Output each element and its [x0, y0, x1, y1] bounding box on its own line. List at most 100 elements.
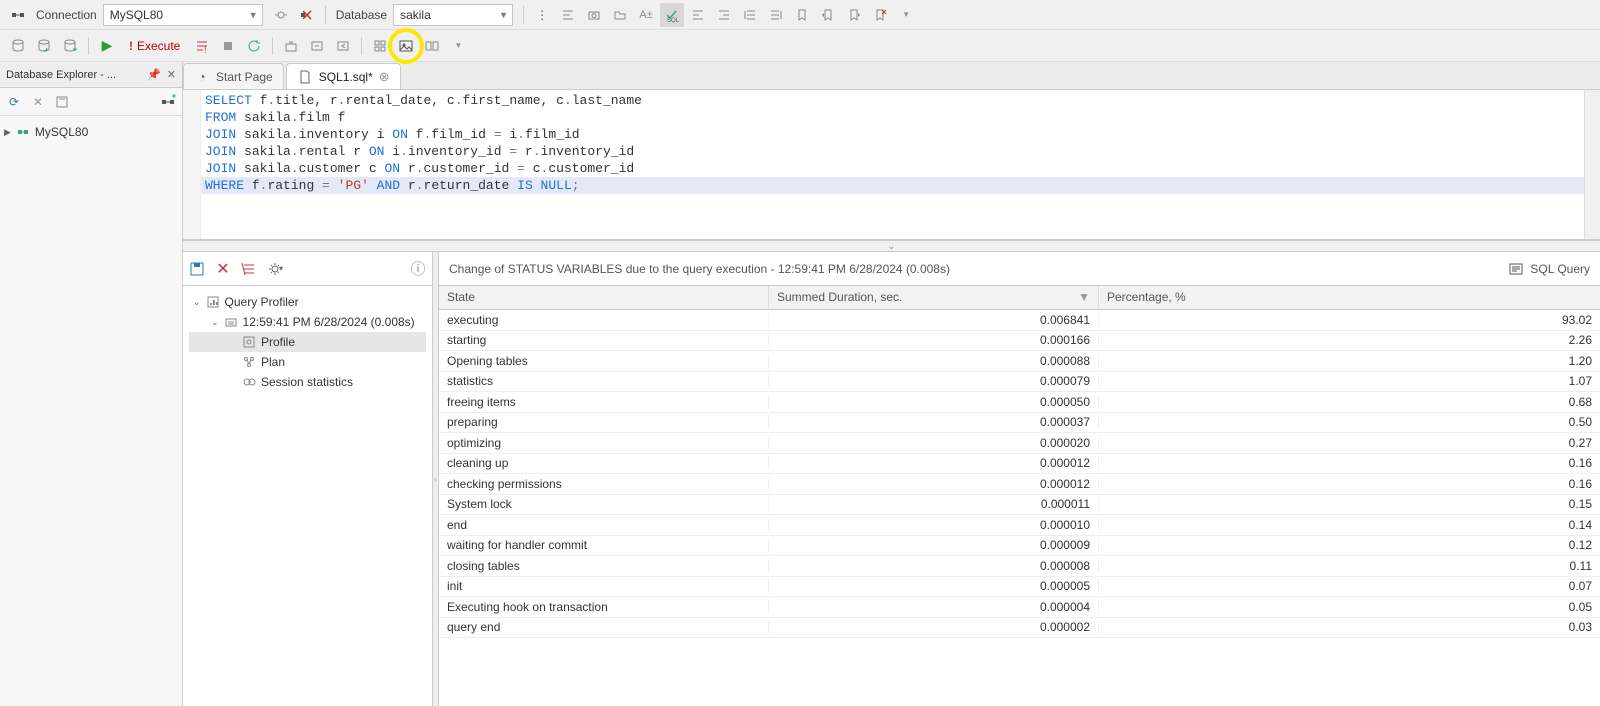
table-row[interactable]: init0.0000050.07	[439, 577, 1600, 598]
rollback-icon[interactable]	[331, 34, 355, 58]
indent-icon[interactable]	[738, 3, 762, 27]
col-header-state[interactable]: State	[439, 286, 769, 309]
delete-icon[interactable]: ✕	[30, 94, 46, 110]
clear-icon[interactable]	[241, 261, 257, 277]
table-row[interactable]: starting0.0001662.26	[439, 331, 1600, 352]
table-row[interactable]: statistics0.0000791.07	[439, 372, 1600, 393]
db-plus-icon[interactable]	[58, 34, 82, 58]
table-row[interactable]: closing tables0.0000080.11	[439, 556, 1600, 577]
image-view-icon[interactable]	[394, 34, 418, 58]
toolbar-overflow-icon[interactable]: ▾	[894, 3, 918, 27]
cell-duration: 0.000010	[769, 518, 1099, 532]
cell-state: cleaning up	[439, 456, 769, 470]
connection-value: MySQL80	[110, 8, 163, 22]
indent-left-icon[interactable]	[556, 3, 580, 27]
profiler-root-node[interactable]: ⌄ Query Profiler	[189, 292, 426, 312]
reconnect-icon[interactable]	[242, 34, 266, 58]
font-icon[interactable]: A±	[634, 3, 658, 27]
outdent-icon[interactable]	[764, 3, 788, 27]
table-row[interactable]: Executing hook on transaction0.0000040.0…	[439, 597, 1600, 618]
refresh-icon[interactable]: ⟳	[6, 94, 22, 110]
profiler-run-label: 12:59:41 PM 6/28/2024 (0.008s)	[243, 315, 415, 329]
remove-connection-icon[interactable]	[295, 3, 319, 27]
cell-state: preparing	[439, 415, 769, 429]
bookmark-clear-icon[interactable]	[868, 3, 892, 27]
collapse-icon[interactable]: ⌄	[211, 317, 219, 328]
close-icon[interactable]: ✕	[167, 68, 176, 81]
col-header-duration[interactable]: Summed Duration, sec.▼	[769, 286, 1099, 309]
table-row[interactable]: executing0.00684193.02	[439, 310, 1600, 331]
table-row[interactable]: checking permissions0.0000120.16	[439, 474, 1600, 495]
sql-editor[interactable]: SELECT f.title, r.rental_date, c.first_n…	[183, 90, 1600, 240]
cell-state: checking permissions	[439, 477, 769, 491]
plan-icon	[241, 354, 257, 370]
table-row[interactable]: optimizing0.0000200.27	[439, 433, 1600, 454]
cell-duration: 0.000020	[769, 436, 1099, 450]
bookmark-next-icon[interactable]	[842, 3, 866, 27]
disconnect-icon[interactable]	[269, 3, 293, 27]
execute-button[interactable]: ! Execute	[121, 39, 188, 53]
sql-check-icon[interactable]: SQL	[660, 3, 684, 27]
folder-icon[interactable]	[608, 3, 632, 27]
cell-state: statistics	[439, 374, 769, 388]
profiler-run-node[interactable]: ⌄ 12:59:41 PM 6/28/2024 (0.008s)	[189, 312, 426, 332]
run-icon[interactable]: ▶	[95, 34, 119, 58]
tab-start-page[interactable]: ◔ Start Page	[183, 63, 284, 89]
toolbar-overflow-icon[interactable]: ▾	[446, 34, 470, 58]
cell-duration: 0.000002	[769, 620, 1099, 634]
bookmark-icon[interactable]	[790, 3, 814, 27]
cell-duration: 0.000009	[769, 538, 1099, 552]
cell-percentage: 93.02	[1099, 313, 1600, 327]
db-refresh-icon[interactable]	[32, 34, 56, 58]
expand-icon[interactable]: ▶	[4, 127, 11, 138]
tab-sql1[interactable]: SQL1.sql* ⊗	[286, 63, 401, 89]
col-header-percentage[interactable]: Percentage, %	[1099, 286, 1600, 309]
bookmark-prev-icon[interactable]	[816, 3, 840, 27]
execute-to-cursor-icon[interactable]: !	[190, 34, 214, 58]
align-right-icon[interactable]	[712, 3, 736, 27]
info-icon[interactable]: ⓘ	[410, 261, 426, 277]
align-left-icon[interactable]	[686, 3, 710, 27]
table-row[interactable]: freeing items0.0000500.68	[439, 392, 1600, 413]
sql-query-icon	[1508, 261, 1524, 277]
profiler-plan-node[interactable]: Plan	[189, 352, 426, 372]
stop-icon[interactable]	[216, 34, 240, 58]
table-row[interactable]: System lock0.0000110.15	[439, 495, 1600, 516]
profile-icon	[241, 334, 257, 350]
table-row[interactable]: Opening tables0.0000881.20	[439, 351, 1600, 372]
profiler-profile-node[interactable]: Profile	[189, 332, 426, 352]
save-icon[interactable]	[189, 261, 205, 277]
code-area[interactable]: SELECT f.title, r.rental_date, c.first_n…	[201, 90, 1584, 239]
commit-icon[interactable]	[279, 34, 303, 58]
cell-duration: 0.000012	[769, 477, 1099, 491]
pin-icon[interactable]: 📌	[147, 68, 161, 81]
transaction-icon[interactable]	[305, 34, 329, 58]
connection-dropdown[interactable]: MySQL80 ▼	[103, 4, 263, 26]
collapse-icon[interactable]	[54, 94, 70, 110]
settings-icon[interactable]: ▾	[267, 261, 283, 277]
sql-query-link[interactable]: SQL Query	[1508, 261, 1590, 277]
horizontal-splitter[interactable]: ⌄	[183, 240, 1600, 252]
database-dropdown[interactable]: sakila ▼	[393, 4, 513, 26]
profiler-session-node[interactable]: Session statistics	[189, 372, 426, 392]
db-icon[interactable]	[6, 34, 30, 58]
cell-duration: 0.000008	[769, 559, 1099, 573]
tree-connection-node[interactable]: ▶ MySQL80	[4, 122, 178, 142]
cell-state: waiting for handler commit	[439, 538, 769, 552]
new-connection-icon[interactable]	[6, 3, 30, 27]
cell-duration: 0.000050	[769, 395, 1099, 409]
vertical-scrollbar[interactable]	[1584, 90, 1600, 239]
table-row[interactable]: waiting for handler commit0.0000090.12	[439, 536, 1600, 557]
collapse-icon[interactable]: ⌄	[193, 297, 201, 308]
snapshot-icon[interactable]	[582, 3, 606, 27]
toolbar-btn-a[interactable]: ⋮	[530, 3, 554, 27]
cell-state: freeing items	[439, 395, 769, 409]
table-row[interactable]: cleaning up0.0000120.16	[439, 454, 1600, 475]
close-icon[interactable]: ⊗	[379, 69, 390, 85]
table-row[interactable]: query end0.0000020.03	[439, 618, 1600, 639]
table-row[interactable]: preparing0.0000370.50	[439, 413, 1600, 434]
table-row[interactable]: end0.0000100.14	[439, 515, 1600, 536]
new-object-icon[interactable]	[160, 94, 176, 110]
delete-icon[interactable]: ✕	[215, 261, 231, 277]
cell-percentage: 0.11	[1099, 559, 1600, 573]
